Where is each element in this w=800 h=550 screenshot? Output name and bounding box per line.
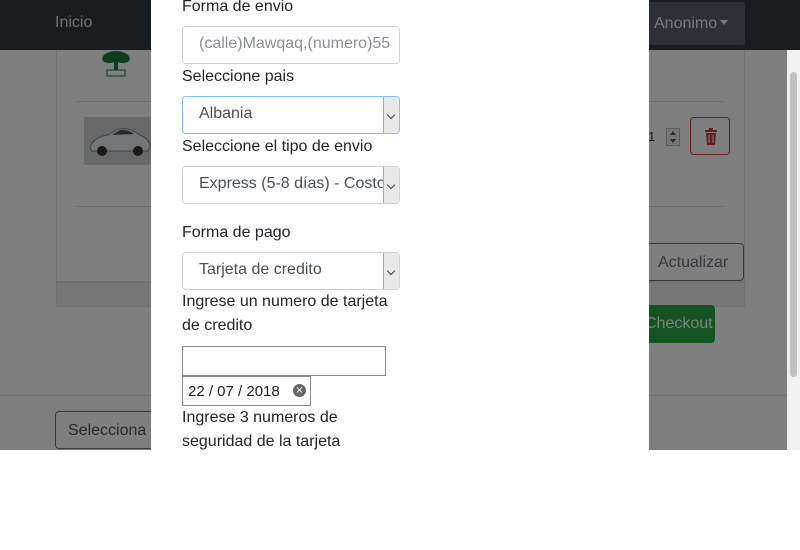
expiry-date-value: 22 / 07 / 2018	[188, 383, 280, 400]
chevron-down-icon[interactable]	[383, 167, 399, 203]
card-number-input[interactable]	[182, 346, 386, 376]
country-label: Seleccione pais	[182, 68, 295, 85]
shipping-type-label: Seleccione el tipo de envio	[182, 138, 373, 155]
chevron-down-icon[interactable]	[383, 253, 399, 289]
payment-method-label: Forma de pago	[182, 224, 291, 241]
chevron-down-icon[interactable]	[383, 97, 399, 133]
security-code-label-line2: seguridad de la tarjeta	[182, 433, 341, 450]
payment-method-select[interactable]: Tarjeta de credito	[182, 252, 400, 290]
page-scrollbar[interactable]	[787, 50, 800, 450]
country-select[interactable]: Albania	[182, 96, 400, 134]
shipping-address-input[interactable]: (calle)Mawqaq,(numero)55	[182, 26, 400, 64]
viewport: Inicio Anonimo 1 Actualizar Checkout Sel…	[0, 0, 800, 450]
shipping-type-select-value: Express (5-8 días) - Costo	[199, 175, 386, 192]
card-number-label-line1: Ingrese un numero de tarjeta	[182, 293, 388, 310]
checkout-modal: Forma de envio (calle)Mawqaq,(numero)55 …	[151, 0, 649, 450]
expiry-date-input[interactable]: 22 / 07 / 2018 ×	[182, 376, 311, 406]
card-number-label-line2: de credito	[182, 317, 253, 334]
clear-icon[interactable]: ×	[293, 384, 306, 397]
scrollbar-thumb[interactable]	[790, 72, 797, 377]
country-select-value: Albania	[199, 105, 253, 122]
security-code-label-line1: Ingrese 3 numeros de	[182, 409, 338, 426]
shipping-type-select[interactable]: Express (5-8 días) - Costo	[182, 166, 400, 204]
payment-method-select-value: Tarjeta de credito	[199, 261, 322, 278]
shipping-address-label: Forma de envio	[182, 0, 294, 15]
